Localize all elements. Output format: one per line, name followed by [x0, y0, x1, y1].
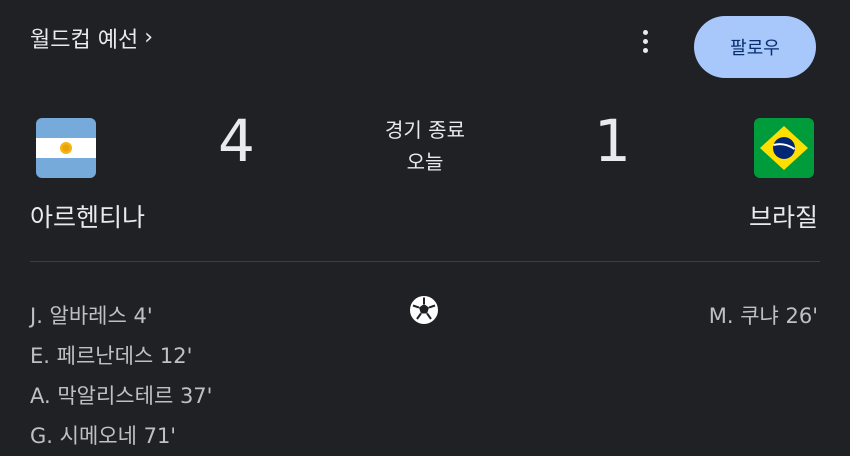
competition-link[interactable]: 월드컵 예선 › [30, 22, 153, 54]
list-item: G. 시메오네 71' [30, 424, 177, 448]
home-scorers-list: J. 알바레스 4' E. 페르난데스 12' A. 막알리스테르 37' G.… [30, 296, 212, 456]
away-score: 1 [594, 107, 631, 175]
soccer-ball-icon [408, 294, 440, 326]
competition-title: 월드컵 예선 [30, 28, 139, 53]
argentina-flag-icon [36, 118, 96, 178]
list-item: E. 페르난데스 12' [30, 344, 193, 368]
brazil-flag-icon [754, 118, 814, 178]
list-item: A. 막알리스테르 37' [30, 384, 213, 408]
home-team-name[interactable]: 아르헨티나 [30, 198, 145, 234]
home-score: 4 [218, 107, 255, 175]
away-scorers-list: M. 쿠냐 26' [709, 296, 818, 336]
chevron-right-icon: › [144, 25, 154, 50]
list-item: J. 알바레스 4' [30, 304, 153, 328]
more-vert-icon[interactable] [634, 26, 656, 56]
match-status: 경기 종료 오늘 [325, 114, 525, 178]
list-item: M. 쿠냐 26' [708, 304, 818, 328]
divider [30, 261, 820, 262]
away-team-name[interactable]: 브라질 [749, 198, 818, 234]
match-date: 오늘 [406, 150, 444, 174]
match-status-label: 경기 종료 [385, 118, 465, 142]
follow-button[interactable]: 팔로우 [694, 16, 816, 78]
